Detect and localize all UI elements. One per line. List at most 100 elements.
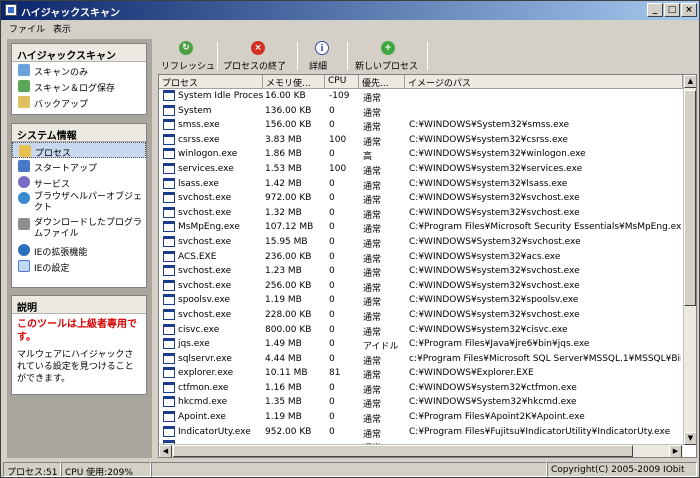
cell-priority: 通常	[363, 400, 382, 411]
refresh-button[interactable]: ↻ リフレッシュ	[157, 39, 215, 73]
cell-image-path: C:¥WINDOWS¥system32¥svchost.exe	[409, 266, 580, 277]
table-row[interactable]: ctfmon.exe 1.16 MB 0 通常 C:¥WINDOWS¥system32¥…	[159, 381, 683, 396]
ie-extension-icon	[18, 244, 30, 256]
scroll-down-icon[interactable]: ▼	[684, 432, 696, 445]
app-window: ハイジャックスキャン _ □ × ファイル 表示 ハイジャックスキャン スキャン…	[0, 0, 700, 478]
column-cpu[interactable]: CPU	[325, 75, 359, 89]
minimize-button[interactable]: _	[647, 3, 663, 17]
cell-memory: 1.86 MB	[265, 149, 302, 160]
table-row[interactable]: services.exe 1.53 MB 100 通常 C:¥WINDOWS¥syste…	[159, 162, 683, 177]
service-icon	[18, 176, 30, 188]
cell-priority: 通常	[363, 196, 382, 207]
scan-panel: ハイジャックスキャン スキャンのみ スキャン＆ログ保存 バックアップ	[11, 43, 147, 115]
cell-priority: 通常	[363, 415, 382, 426]
sidebar-item-backup[interactable]: バックアップ	[12, 94, 146, 110]
end-process-button[interactable]: × プロセスの終了	[221, 39, 293, 73]
table-row[interactable]: svchost.exe 256.00 KB 0 通常 C:¥WINDOWS¥system…	[159, 279, 683, 294]
menu-file[interactable]: ファイル	[9, 22, 45, 35]
details-button[interactable]: i 詳細	[303, 39, 339, 73]
scroll-up-icon[interactable]: ▲	[684, 75, 696, 88]
cell-cpu: 0	[329, 251, 335, 262]
cell-image-path: C:¥WINDOWS¥system32¥lsass.exe	[409, 178, 568, 189]
cell-priority: 高	[363, 152, 373, 163]
table-row[interactable]: ACS.EXE 236.00 KB 0 通常 C:¥WINDOWS¥system32¥a…	[159, 250, 683, 265]
column-priority[interactable]: 優先...	[359, 75, 405, 89]
table-row[interactable]: svchost.exe 1.23 MB 0 通常 C:¥WINDOWS¥system32…	[159, 264, 683, 279]
table-row[interactable]: explorer.exe 10.11 MB 81 通常 C:¥WINDOWS¥Explo…	[159, 366, 683, 381]
column-process[interactable]: プロセス	[159, 75, 263, 89]
table-row[interactable]: IndicatorUty.exe 952.00 KB 0 通常 C:¥Program F…	[159, 425, 683, 440]
scroll-thumb[interactable]	[684, 90, 696, 306]
hscroll-thumb[interactable]	[173, 445, 633, 457]
cell-priority: 通常	[363, 327, 382, 338]
cell-cpu: 0	[329, 339, 335, 350]
table-row[interactable]: hkcmd.exe 1.35 MB 0 通常 C:¥WINDOWS¥System32¥h…	[159, 395, 683, 410]
scroll-right-icon[interactable]: ▶	[669, 445, 682, 457]
table-row[interactable]: svchost.exe 228.00 KB 0 通常 C:¥WINDOWS¥system…	[159, 308, 683, 323]
table-row[interactable]: svchost.exe 15.95 MB 0 通常 C:¥WINDOWS¥System3…	[159, 235, 683, 250]
cell-process: lsass.exe	[178, 178, 219, 189]
cell-cpu: 0	[329, 280, 335, 291]
cell-memory: 4.44 MB	[265, 353, 302, 364]
sidebar-item-downloaded-files[interactable]: ダウンロードしたプログラムファイル	[12, 216, 146, 242]
table-row[interactable]: sqlservr.exe 4.44 MB 0 通常 c:¥Program Files¥M…	[159, 352, 683, 367]
sidebar-item-label: スタートアップ	[34, 164, 98, 174]
process-list[interactable]: プロセス メモリ使... CPU 優先... イメージのパス System Id…	[158, 74, 697, 458]
cell-priority: 通常	[363, 239, 382, 250]
table-row[interactable]: cisvc.exe 800.00 KB 0 通常 C:¥WINDOWS¥system32…	[159, 323, 683, 338]
sidebar-item-label: IEの設定	[34, 264, 70, 274]
sidebar-item-ie-extensions[interactable]: IEの拡張機能	[12, 242, 146, 258]
table-row[interactable]: csrss.exe 3.83 MB 100 通常 C:¥WINDOWS¥system32…	[159, 133, 683, 148]
sidebar-item-scan-log[interactable]: スキャン＆ログ保存	[12, 78, 146, 94]
sidebar-item-bho[interactable]: ブラウザヘルパーオブジェクト	[12, 190, 146, 216]
table-row[interactable]: svchost.exe 1.32 MB 0 通常 C:¥WINDOWS¥system32…	[159, 206, 683, 221]
close-button[interactable]: ×	[681, 3, 697, 17]
table-row[interactable]: spoolsv.exe 1.19 MB 0 通常 C:¥WINDOWS¥system32…	[159, 293, 683, 308]
menu-view[interactable]: 表示	[53, 22, 71, 35]
description-panel-title: 説明	[12, 296, 146, 314]
info-icon: i	[315, 41, 329, 55]
cell-priority: 通常	[363, 181, 382, 192]
table-row[interactable]: jqs.exe 1.49 MB 0 アイドル C:¥Program Files¥Java…	[159, 337, 683, 352]
table-row[interactable]: System Idle Process 16.00 KB -109 通常	[159, 89, 683, 104]
horizontal-scrollbar[interactable]: ◀ ▶	[159, 444, 683, 457]
table-row[interactable]: svchost.exe 972.00 KB 0 通常 C:¥WINDOWS¥system…	[159, 191, 683, 206]
vertical-scrollbar[interactable]: ▲ ▼	[683, 75, 696, 445]
column-memory[interactable]: メモリ使...	[263, 75, 325, 89]
sidebar-item-startup[interactable]: スタートアップ	[12, 158, 146, 174]
cell-image-path: C:¥Program Files¥Microsoft Security Esse…	[409, 222, 681, 233]
maximize-button[interactable]: □	[664, 3, 680, 17]
table-row[interactable]: lsass.exe 1.42 MB 0 通常 C:¥WINDOWS¥system32¥l…	[159, 177, 683, 192]
cell-memory: 1.53 MB	[265, 163, 302, 174]
cell-memory: 10.11 MB	[265, 368, 308, 379]
cell-image-path: C:¥WINDOWS¥system32¥ctfmon.exe	[409, 382, 577, 393]
sidebar-item-scan-only[interactable]: スキャンのみ	[12, 62, 146, 78]
scroll-left-icon[interactable]: ◀	[159, 445, 172, 457]
sidebar-item-service[interactable]: サービス	[12, 174, 146, 190]
column-image-path[interactable]: イメージのパス	[405, 75, 683, 89]
refresh-icon: ↻	[179, 41, 193, 55]
sidebar-item-process[interactable]: プロセス	[12, 142, 146, 159]
table-row[interactable]: System 136.00 KB 0 通常	[159, 104, 683, 119]
process-icon	[163, 338, 175, 350]
toolbar-separator	[427, 42, 428, 70]
cell-cpu: -109	[329, 91, 350, 101]
process-icon	[163, 119, 175, 131]
cell-priority: 通常	[363, 94, 382, 104]
cell-process: csrss.exe	[178, 134, 220, 145]
sidebar-item-label: ブラウザヘルパーオブジェクト	[34, 192, 143, 213]
cell-image-path: C:¥Program Files¥Java¥jre6¥bin¥jqs.exe	[409, 339, 590, 350]
table-row[interactable]: Apoint.exe 1.19 MB 0 通常 C:¥Program Files¥Apo…	[159, 410, 683, 425]
new-process-button[interactable]: + 新しいプロセス	[353, 39, 423, 73]
backup-icon	[18, 96, 30, 108]
cell-cpu: 0	[329, 324, 335, 335]
table-row[interactable]: winlogon.exe 1.86 MB 0 高 C:¥WINDOWS¥system32…	[159, 147, 683, 162]
sidebar-item-ie-settings[interactable]: IEの設定	[12, 258, 146, 274]
title-bar[interactable]: ハイジャックスキャン _ □ ×	[1, 1, 699, 20]
table-row[interactable]: smss.exe 156.00 KB 0 通常 C:¥WINDOWS¥System32¥…	[159, 118, 683, 133]
cell-priority: 通常	[363, 312, 382, 323]
cell-priority: 通常	[363, 283, 382, 294]
table-row[interactable]: MsMpEng.exe 107.12 MB 0 通常 C:¥Program Files¥…	[159, 220, 683, 235]
cell-image-path: C:¥Program Files¥Apoint2K¥Apoint.exe	[409, 412, 585, 423]
process-icon	[163, 352, 175, 364]
